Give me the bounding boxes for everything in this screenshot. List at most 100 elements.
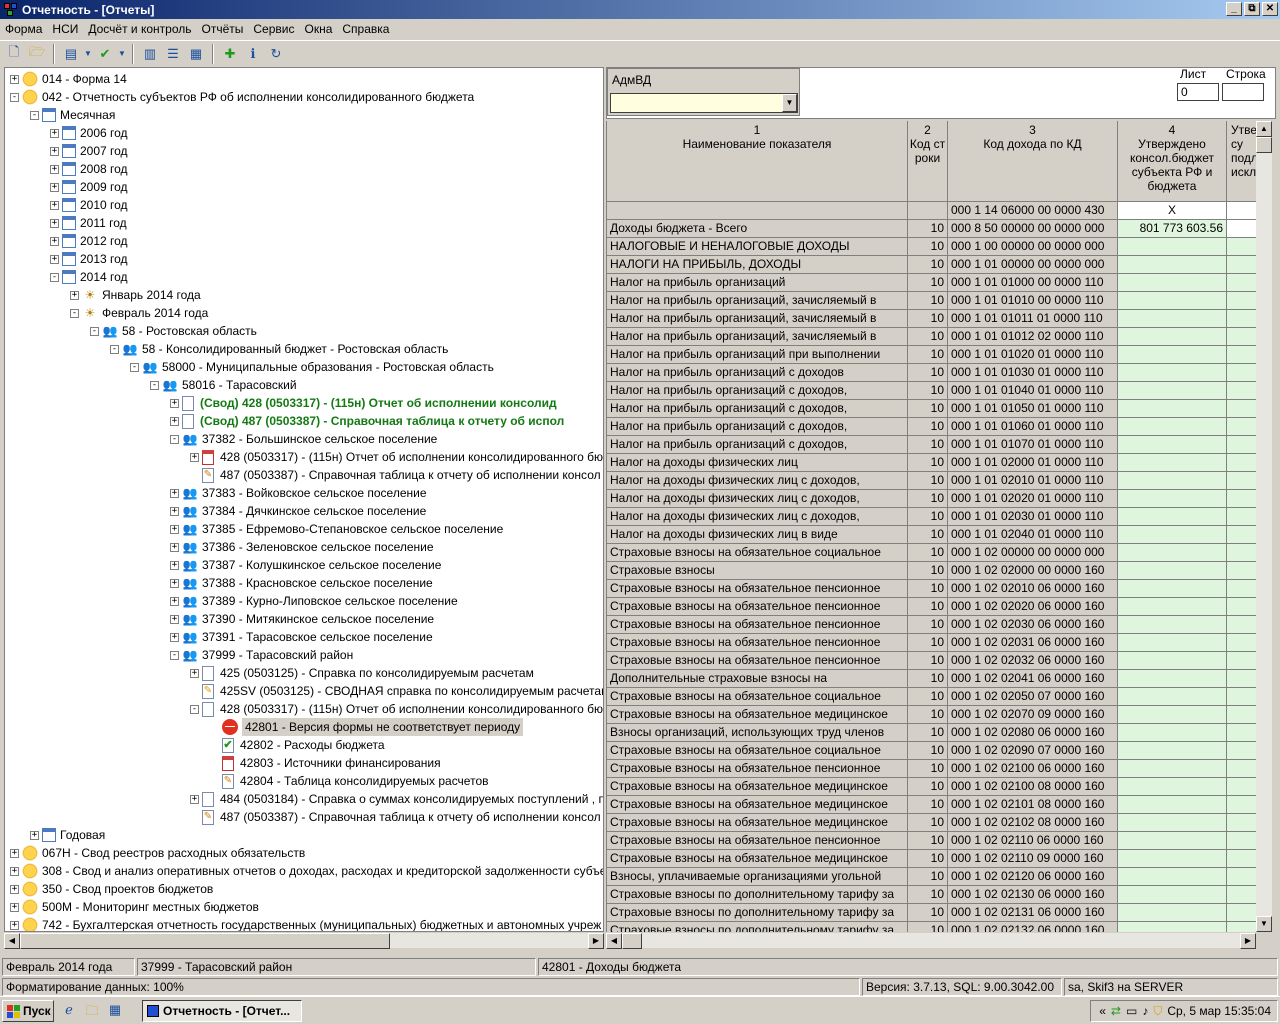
tree-node[interactable]: ✎ 425SV (0503125) - СВОДНАЯ справка по ко…: [190, 682, 603, 700]
table-cell[interactable]: 10: [908, 814, 948, 832]
tree-node[interactable]: +2008 год: [50, 160, 128, 178]
scroll-left-icon[interactable]: ◀: [606, 933, 622, 949]
security-icon[interactable]: ⛉: [1153, 1004, 1162, 1019]
tree-node[interactable]: + 👥 37384 - Дячкинское сельское поселение: [170, 502, 426, 520]
table-row[interactable]: Налог на доходы физических лиц с доходов…: [607, 490, 1256, 508]
expand-icon[interactable]: +: [190, 668, 199, 678]
table-cell[interactable]: [1227, 850, 1256, 868]
table-cell[interactable]: [1227, 562, 1256, 580]
table-cell[interactable]: 000 8 50 00000 00 0000 000: [948, 220, 1118, 238]
table-cell[interactable]: 10: [908, 598, 948, 616]
table-cell[interactable]: Страховые взносы на обязательное медицин…: [607, 796, 908, 814]
table-cell[interactable]: [1118, 436, 1227, 454]
table-cell[interactable]: 000 1 02 02110 09 0000 160: [948, 850, 1118, 868]
table-cell[interactable]: 10: [908, 688, 948, 706]
table-cell[interactable]: 10: [908, 418, 948, 436]
table-cell[interactable]: НАЛОГИ НА ПРИБЫЛЬ, ДОХОДЫ: [607, 256, 908, 274]
table-cell[interactable]: [1227, 220, 1256, 238]
tree-node[interactable]: + Годовая: [30, 826, 105, 844]
table-row[interactable]: НАЛОГОВЫЕ И НЕНАЛОГОВЫЕ ДОХОДЫ 10 000 1 00…: [607, 238, 1256, 256]
table-cell[interactable]: 000 1 02 02130 06 0000 160: [948, 886, 1118, 904]
table-cell[interactable]: [1227, 526, 1256, 544]
table-cell[interactable]: Страховые взносы на обязательное пенсион…: [607, 580, 908, 598]
collapse-icon[interactable]: -: [150, 380, 159, 390]
tree-node[interactable]: - 428 (0503317) - (115н) Отчет об исполне…: [190, 700, 603, 718]
row-input[interactable]: [1222, 83, 1264, 101]
expand-icon[interactable]: +: [50, 128, 59, 138]
table-cell[interactable]: 10: [908, 238, 948, 256]
table-cell[interactable]: [1227, 490, 1256, 508]
table-cell[interactable]: [1227, 724, 1256, 742]
table-cell[interactable]: [1227, 292, 1256, 310]
table-row[interactable]: Страховые взносы по дополнительному тари…: [607, 904, 1256, 922]
table-cell[interactable]: [1118, 922, 1227, 932]
table-row[interactable]: Налог на доходы физических лиц с доходов…: [607, 508, 1256, 526]
table-cell[interactable]: Страховые взносы на обязательное медицин…: [607, 706, 908, 724]
scroll-right-icon[interactable]: ▶: [1240, 933, 1256, 949]
app-quicklaunch-icon[interactable]: ▦: [106, 1002, 124, 1020]
tree-node[interactable]: + 👥 37389 - Курно-Липовское сельское посел…: [170, 592, 458, 610]
add-icon[interactable]: ✚: [220, 44, 240, 64]
table-cell[interactable]: Налог на доходы физических лиц: [607, 454, 908, 472]
scroll-up-icon[interactable]: ▲: [1256, 121, 1272, 137]
table-cell[interactable]: Страховые взносы: [607, 562, 908, 580]
table-row[interactable]: Налог на прибыль организаций 10 000 1 01 0…: [607, 274, 1256, 292]
dropdown-arrow-icon[interactable]: ▼: [118, 44, 126, 64]
table-cell[interactable]: 000 1 01 02020 01 0000 110: [948, 490, 1118, 508]
expand-icon[interactable]: +: [10, 920, 19, 930]
table-row[interactable]: 000 1 14 06000 00 0000 430 X: [607, 202, 1256, 220]
table-cell[interactable]: Страховые взносы на обязательное медицин…: [607, 814, 908, 832]
table-cell[interactable]: [1227, 202, 1256, 220]
collapse-icon[interactable]: -: [30, 110, 39, 120]
info-icon[interactable]: ℹ: [243, 44, 263, 64]
table-row[interactable]: НАЛОГИ НА ПРИБЫЛЬ, ДОХОДЫ 10 000 1 01 0000…: [607, 256, 1256, 274]
expand-icon[interactable]: +: [170, 488, 179, 498]
table-cell[interactable]: [1227, 778, 1256, 796]
header-col-1[interactable]: 1 Наименование показателя: [607, 121, 908, 202]
table-cell[interactable]: Страховые взносы на обязательное пенсион…: [607, 832, 908, 850]
table-cell[interactable]: [1118, 292, 1227, 310]
table-row[interactable]: Страховые взносы на обязательное пенсион…: [607, 616, 1256, 634]
taskbar-item-otchetnost[interactable]: Отчетность - [Отчет...: [142, 1000, 302, 1022]
table-cell[interactable]: 000 1 01 01010 00 0000 110: [948, 292, 1118, 310]
table-cell[interactable]: Взносы, уплачиваемые организациями уголь…: [607, 868, 908, 886]
table-row[interactable]: Страховые взносы на обязательное медицин…: [607, 814, 1256, 832]
table-row[interactable]: Страховые взносы на обязательное медицин…: [607, 706, 1256, 724]
table-cell[interactable]: [1227, 328, 1256, 346]
tree-node[interactable]: +2011 год: [50, 214, 127, 232]
collapse-icon[interactable]: -: [50, 272, 59, 282]
table-cell[interactable]: 10: [908, 706, 948, 724]
table-row[interactable]: Налог на прибыль организаций с доходов, 1…: [607, 436, 1256, 454]
table-cell[interactable]: 10: [908, 652, 948, 670]
table-cell[interactable]: [1227, 814, 1256, 832]
tree-node[interactable]: - 👥 37382 - Большинское сельское поселение: [170, 430, 437, 448]
table-cell[interactable]: [1227, 796, 1256, 814]
table-cell[interactable]: 10: [908, 328, 948, 346]
table-cell[interactable]: 000 1 02 02041 06 0000 160: [948, 670, 1118, 688]
table-cell[interactable]: [1227, 436, 1256, 454]
table-cell[interactable]: [1227, 274, 1256, 292]
table-cell[interactable]: [1118, 904, 1227, 922]
table-cell[interactable]: 000 1 02 02100 08 0000 160: [948, 778, 1118, 796]
table-cell[interactable]: [1118, 868, 1227, 886]
table-cell[interactable]: [1227, 454, 1256, 472]
table-cell[interactable]: [1227, 886, 1256, 904]
table-cell[interactable]: [1118, 634, 1227, 652]
expand-icon[interactable]: +: [170, 506, 179, 516]
collapse-icon[interactable]: -: [110, 344, 119, 354]
table-cell[interactable]: 000 1 01 01050 01 0000 110: [948, 400, 1118, 418]
table-cell[interactable]: [1118, 760, 1227, 778]
scroll-thumb[interactable]: [1256, 137, 1272, 153]
expand-icon[interactable]: +: [10, 902, 19, 912]
table-cell[interactable]: [1227, 256, 1256, 274]
table-cell[interactable]: [1227, 652, 1256, 670]
table-cell[interactable]: [1118, 364, 1227, 382]
table-cell[interactable]: 000 1 01 01070 01 0000 110: [948, 436, 1118, 454]
table-row[interactable]: Доходы бюджета - Всего 10 000 8 50 00000 0…: [607, 220, 1256, 238]
table-row[interactable]: Налог на прибыль организаций с доходов, 1…: [607, 418, 1256, 436]
columns-view-icon[interactable]: ▦: [186, 44, 206, 64]
new-document-icon[interactable]: 🗋: [4, 44, 24, 64]
table-cell[interactable]: 000 1 02 02010 06 0000 160: [948, 580, 1118, 598]
check-icon[interactable]: ✔: [95, 44, 115, 64]
table-cell[interactable]: 10: [908, 742, 948, 760]
